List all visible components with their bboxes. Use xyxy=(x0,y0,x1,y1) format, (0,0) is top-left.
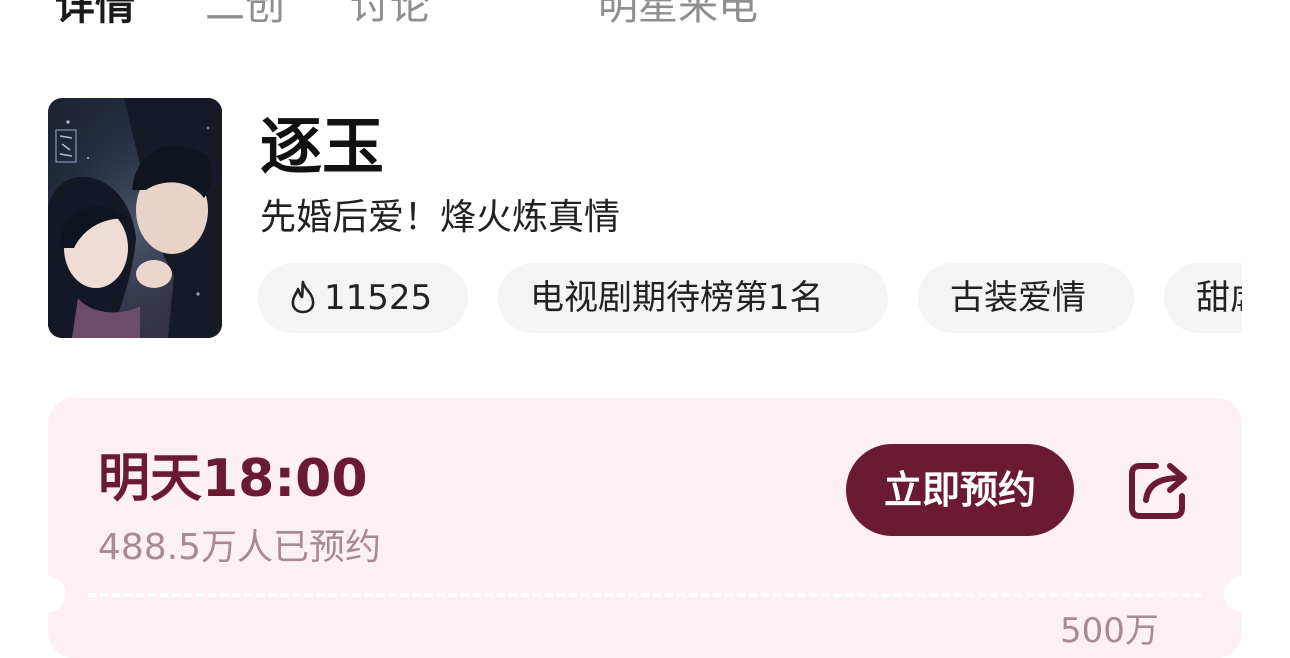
drama-poster[interactable] xyxy=(48,98,222,338)
tab-details[interactable]: 详情 xyxy=(55,0,135,30)
tab-bar: 详情 二创 讨论 明星来电 xyxy=(0,0,1290,40)
tab-star-calls[interactable]: 明星来电 xyxy=(598,0,758,30)
heat-value: 11525 xyxy=(324,278,433,318)
show-title: 逐玉 xyxy=(260,110,385,183)
share-icon xyxy=(1129,463,1187,519)
tag-row: 11525 电视剧期待榜第1名 古装爱情 甜虐 xyxy=(258,263,1242,335)
reservation-count: 488.5万人已预约 xyxy=(98,527,382,568)
show-subtitle: 先婚后爱！烽火炼真情 xyxy=(260,197,621,238)
ticket-notch-right xyxy=(1224,576,1260,612)
tab-discussion[interactable]: 讨论 xyxy=(350,0,430,30)
fire-icon xyxy=(291,280,315,314)
reserve-button[interactable]: 立即预约 xyxy=(846,444,1074,536)
ticket-notch-left xyxy=(30,576,66,612)
reservation-card: 明天18:00 488.5万人已预约 立即预约 500万 xyxy=(30,398,1260,658)
ranking-tag[interactable]: 电视剧期待榜第1名 xyxy=(498,263,888,333)
reservation-goal: 500万 xyxy=(1060,611,1159,651)
tab-fan-creations[interactable]: 二创 xyxy=(205,0,285,30)
genre-tag-sweet[interactable]: 甜虐 xyxy=(1164,263,1242,333)
poster-image xyxy=(48,98,222,338)
ticket-divider xyxy=(88,593,1202,597)
premiere-time: 明天18:00 xyxy=(98,449,368,509)
heat-tag[interactable]: 11525 xyxy=(258,263,468,333)
share-button[interactable] xyxy=(1126,456,1192,522)
genre-tag[interactable]: 古装爱情 xyxy=(918,263,1134,333)
